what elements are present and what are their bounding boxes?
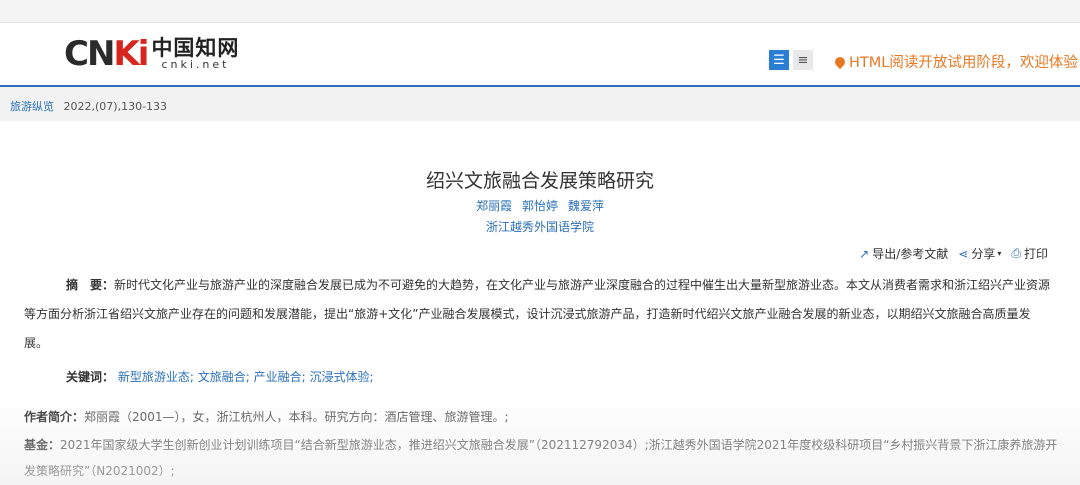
print-label: 打印 <box>1023 247 1048 261</box>
html-reading-notice: HTML阅读开放试用阶段，欢迎体验！ <box>832 51 1080 72</box>
keyword-link[interactable]: 沉浸式体验; <box>309 370 373 384</box>
author-intro-text: 郑丽霞（2001—），女，浙江杭州人，本科。研究方向：酒店管理、旅游管理。; <box>84 410 509 424</box>
cnki-logo-mark: CNKi <box>64 34 149 74</box>
share-label: 分享 <box>971 247 996 261</box>
keyword-link[interactable]: 文旅融合; <box>198 370 250 384</box>
keyword-link[interactable]: 新型旅游业态; <box>118 370 194 384</box>
location-pin-icon <box>832 54 848 69</box>
author-list: 郑丽霞 郭怡婷 魏爱萍 <box>0 197 1080 214</box>
print-icon: ⎙ <box>1011 246 1021 260</box>
cnki-logo[interactable]: CNKi 中国知网 cnki.net <box>64 33 239 75</box>
export-label: 导出/参考文献 <box>872 247 949 261</box>
print-button[interactable]: ⎙ 打印 <box>1011 245 1048 262</box>
cnki-logo-cn: 中国知网 <box>151 35 240 60</box>
issue-info: 2022,(07),130-133 <box>63 100 168 113</box>
fund-text: 2021年国家级大学生创新创业计划训练项目“结合新型旅游业态，推进绍兴文旅融合发… <box>24 438 1058 478</box>
list-view-icon[interactable]: ☰ <box>769 50 789 70</box>
fund-info: 基金：2021年国家级大学生创新创业计划训练项目“结合新型旅游业态，推进绍兴文旅… <box>24 432 1064 484</box>
affiliation-link[interactable]: 浙江越秀外国语学院 <box>0 218 1080 235</box>
keyword-link[interactable]: 产业融合; <box>254 370 306 384</box>
author-link[interactable]: 郑丽霞 <box>476 199 512 213</box>
fund-label: 基金： <box>24 438 61 452</box>
cnki-logo-domain: cnki.net <box>161 58 230 71</box>
keywords: 关键词： 新型旅游业态; 文旅融合; 产业融合; 沉浸式体验; <box>66 368 374 385</box>
article-tools: ↗ 导出/参考文献 ⋖ 分享 ▾ ⎙ 打印 <box>849 245 1048 262</box>
author-link[interactable]: 魏爱萍 <box>568 199 604 213</box>
abstract-text: 新时代文化产业与旅游产业的深度融合发展已成为不可避免的大趋势，在文化产业与旅游产… <box>24 278 1051 350</box>
journal-link[interactable]: 旅游纵览 <box>10 100 54 113</box>
top-strip <box>0 0 1080 23</box>
chevron-down-icon: ▾ <box>997 249 1002 258</box>
site-header: CNKi 中国知网 cnki.net ☰ ≡ HTML阅读开放试用阶段，欢迎体验… <box>0 23 1080 87</box>
share-button[interactable]: ⋖ 分享 ▾ <box>958 245 1001 262</box>
author-intro-label: 作者简介： <box>24 410 85 424</box>
notice-text: HTML阅读开放试用阶段，欢迎体验！ <box>849 55 1080 71</box>
article-title: 绍兴文旅融合发展策略研究 <box>425 170 654 192</box>
keywords-label: 关键词： <box>66 370 115 384</box>
view-toggle: ☰ ≡ <box>769 50 813 70</box>
outline-view-icon[interactable]: ≡ <box>793 50 813 70</box>
share-icon: ⋖ <box>958 246 969 261</box>
abstract: 摘 要：新时代文化产业与旅游产业的深度融合发展已成为不可避免的大趋势，在文化产业… <box>24 271 1054 358</box>
export-button[interactable]: ↗ 导出/参考文献 <box>859 245 948 262</box>
breadcrumb-bar: 旅游纵览 2022,(07),130-133 <box>0 87 1080 121</box>
author-link[interactable]: 郭怡婷 <box>522 199 558 213</box>
abstract-label: 摘 要： <box>66 278 115 292</box>
breadcrumb: 旅游纵览 2022,(07),130-133 <box>10 98 167 114</box>
export-icon: ↗ <box>859 246 870 261</box>
author-intro: 作者简介：郑丽霞（2001—），女，浙江杭州人，本科。研究方向：酒店管理、旅游管… <box>24 408 509 425</box>
